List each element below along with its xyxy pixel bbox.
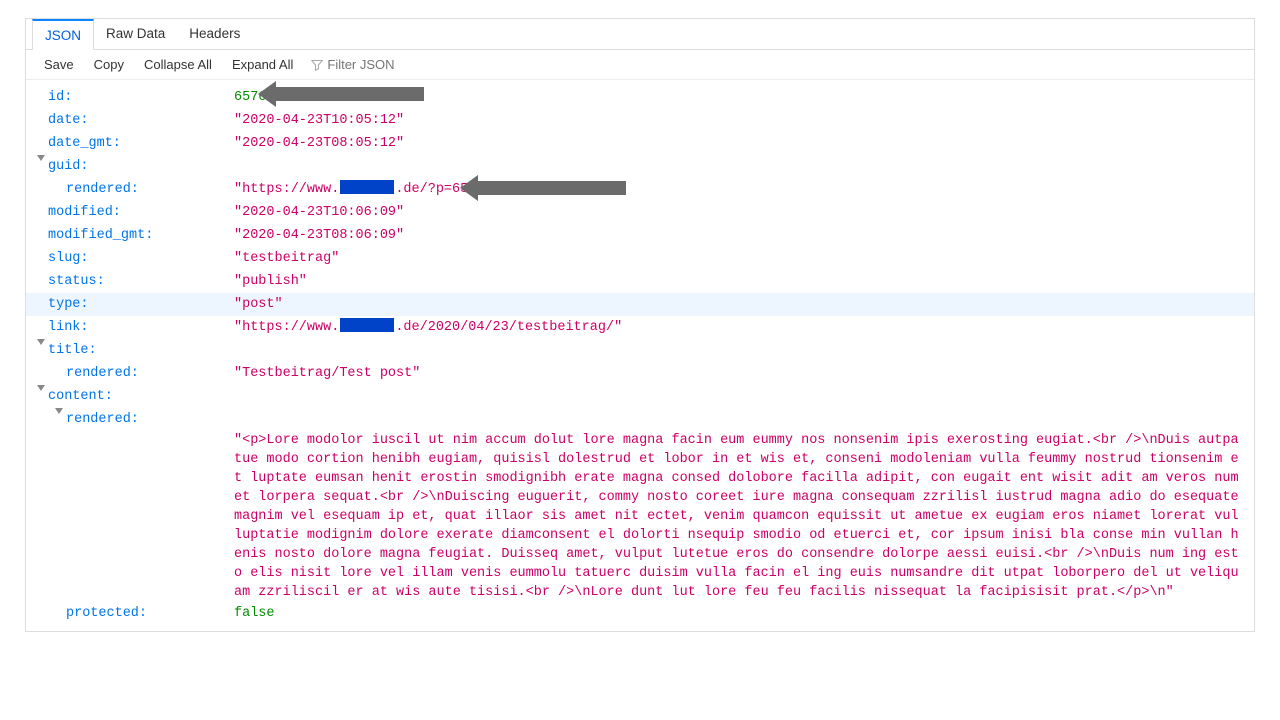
json-value-string: "https://www..de/2020/04/23/testbeitrag/… (234, 320, 622, 335)
filter-icon (311, 59, 323, 71)
json-value-string: "2020-04-23T10:06:09" (234, 205, 404, 220)
json-key: rendered: (66, 178, 139, 201)
json-value-string: "2020-04-23T08:05:12" (234, 136, 404, 151)
json-value-string: "publish" (234, 274, 307, 289)
view-tabs: JSON Raw Data Headers (26, 19, 1254, 50)
json-row-guid[interactable]: guid: (26, 155, 1254, 178)
redacted-domain (340, 318, 394, 332)
json-row-date: date: "2020-04-23T10:05:12" (26, 109, 1254, 132)
json-key: modified: (48, 201, 121, 224)
json-row-status: status: "publish" (26, 270, 1254, 293)
filter-wrapper (311, 57, 467, 72)
json-key: modified_gmt: (48, 224, 153, 247)
json-key: protected: (66, 602, 147, 625)
json-key: id: (48, 86, 72, 109)
json-value-string: "2020-04-23T10:05:12" (234, 113, 404, 128)
json-row-content-rendered-value: "<p>Lore modolor iuscil ut nim accum dol… (26, 431, 1254, 602)
json-value-string: "https://www..de/?p=6576" (234, 182, 493, 197)
tab-json[interactable]: JSON (32, 19, 94, 50)
filter-input[interactable] (327, 57, 467, 72)
collapse-all-button[interactable]: Collapse All (136, 55, 220, 74)
json-row-title-rendered: rendered: "Testbeitrag/Test post" (26, 362, 1254, 385)
json-key: guid: (48, 155, 89, 178)
json-row-date-gmt: date_gmt: "2020-04-23T08:05:12" (26, 132, 1254, 155)
json-key: rendered: (66, 408, 139, 431)
redacted-domain (340, 180, 394, 194)
json-row-id: id: 6576 (26, 86, 1254, 109)
json-key: content: (48, 385, 113, 408)
json-row-type: type: "post" (26, 293, 1254, 316)
json-row-slug: slug: "testbeitrag" (26, 247, 1254, 270)
json-viewer-panel: JSON Raw Data Headers Save Copy Collapse… (25, 18, 1255, 632)
json-row-protected: protected: false (26, 602, 1254, 625)
twisty-icon[interactable] (52, 408, 66, 414)
json-key: title: (48, 339, 97, 362)
annotation-arrow-id (274, 87, 424, 101)
twisty-icon[interactable] (34, 155, 48, 161)
json-key: date: (48, 109, 89, 132)
json-row-modified: modified: "2020-04-23T10:06:09" (26, 201, 1254, 224)
expand-all-button[interactable]: Expand All (224, 55, 301, 74)
json-tree: id: 6576 date: "2020-04-23T10:05:12" dat… (26, 80, 1254, 631)
json-row-content-rendered[interactable]: rendered: (26, 408, 1254, 431)
json-row-modified-gmt: modified_gmt: "2020-04-23T08:06:09" (26, 224, 1254, 247)
json-toolbar: Save Copy Collapse All Expand All (26, 50, 1254, 80)
json-key: type: (48, 293, 89, 316)
json-value-string: "<p>Lore modolor iuscil ut nim accum dol… (234, 431, 1244, 602)
tab-raw-data[interactable]: Raw Data (94, 19, 177, 49)
json-row-content[interactable]: content: (26, 385, 1254, 408)
json-key: rendered: (66, 362, 139, 385)
json-value-string: "Testbeitrag/Test post" (234, 366, 420, 381)
save-button[interactable]: Save (36, 55, 82, 74)
json-value-boolean: false (234, 606, 275, 621)
twisty-icon[interactable] (34, 385, 48, 391)
json-key: link: (48, 316, 89, 339)
json-key: status: (48, 270, 105, 293)
annotation-arrow-guid (476, 181, 626, 195)
json-key: date_gmt: (48, 132, 121, 155)
json-row-title[interactable]: title: (26, 339, 1254, 362)
tab-headers[interactable]: Headers (177, 19, 252, 49)
json-row-guid-rendered: rendered: "https://www..de/?p=6576" (26, 178, 1254, 201)
json-value-string: "2020-04-23T08:06:09" (234, 228, 404, 243)
twisty-icon[interactable] (34, 339, 48, 345)
json-key: slug: (48, 247, 89, 270)
copy-button[interactable]: Copy (86, 55, 132, 74)
json-value-string: "post" (234, 297, 283, 312)
json-row-link: link: "https://www..de/2020/04/23/testbe… (26, 316, 1254, 339)
json-value-string: "testbeitrag" (234, 251, 339, 266)
